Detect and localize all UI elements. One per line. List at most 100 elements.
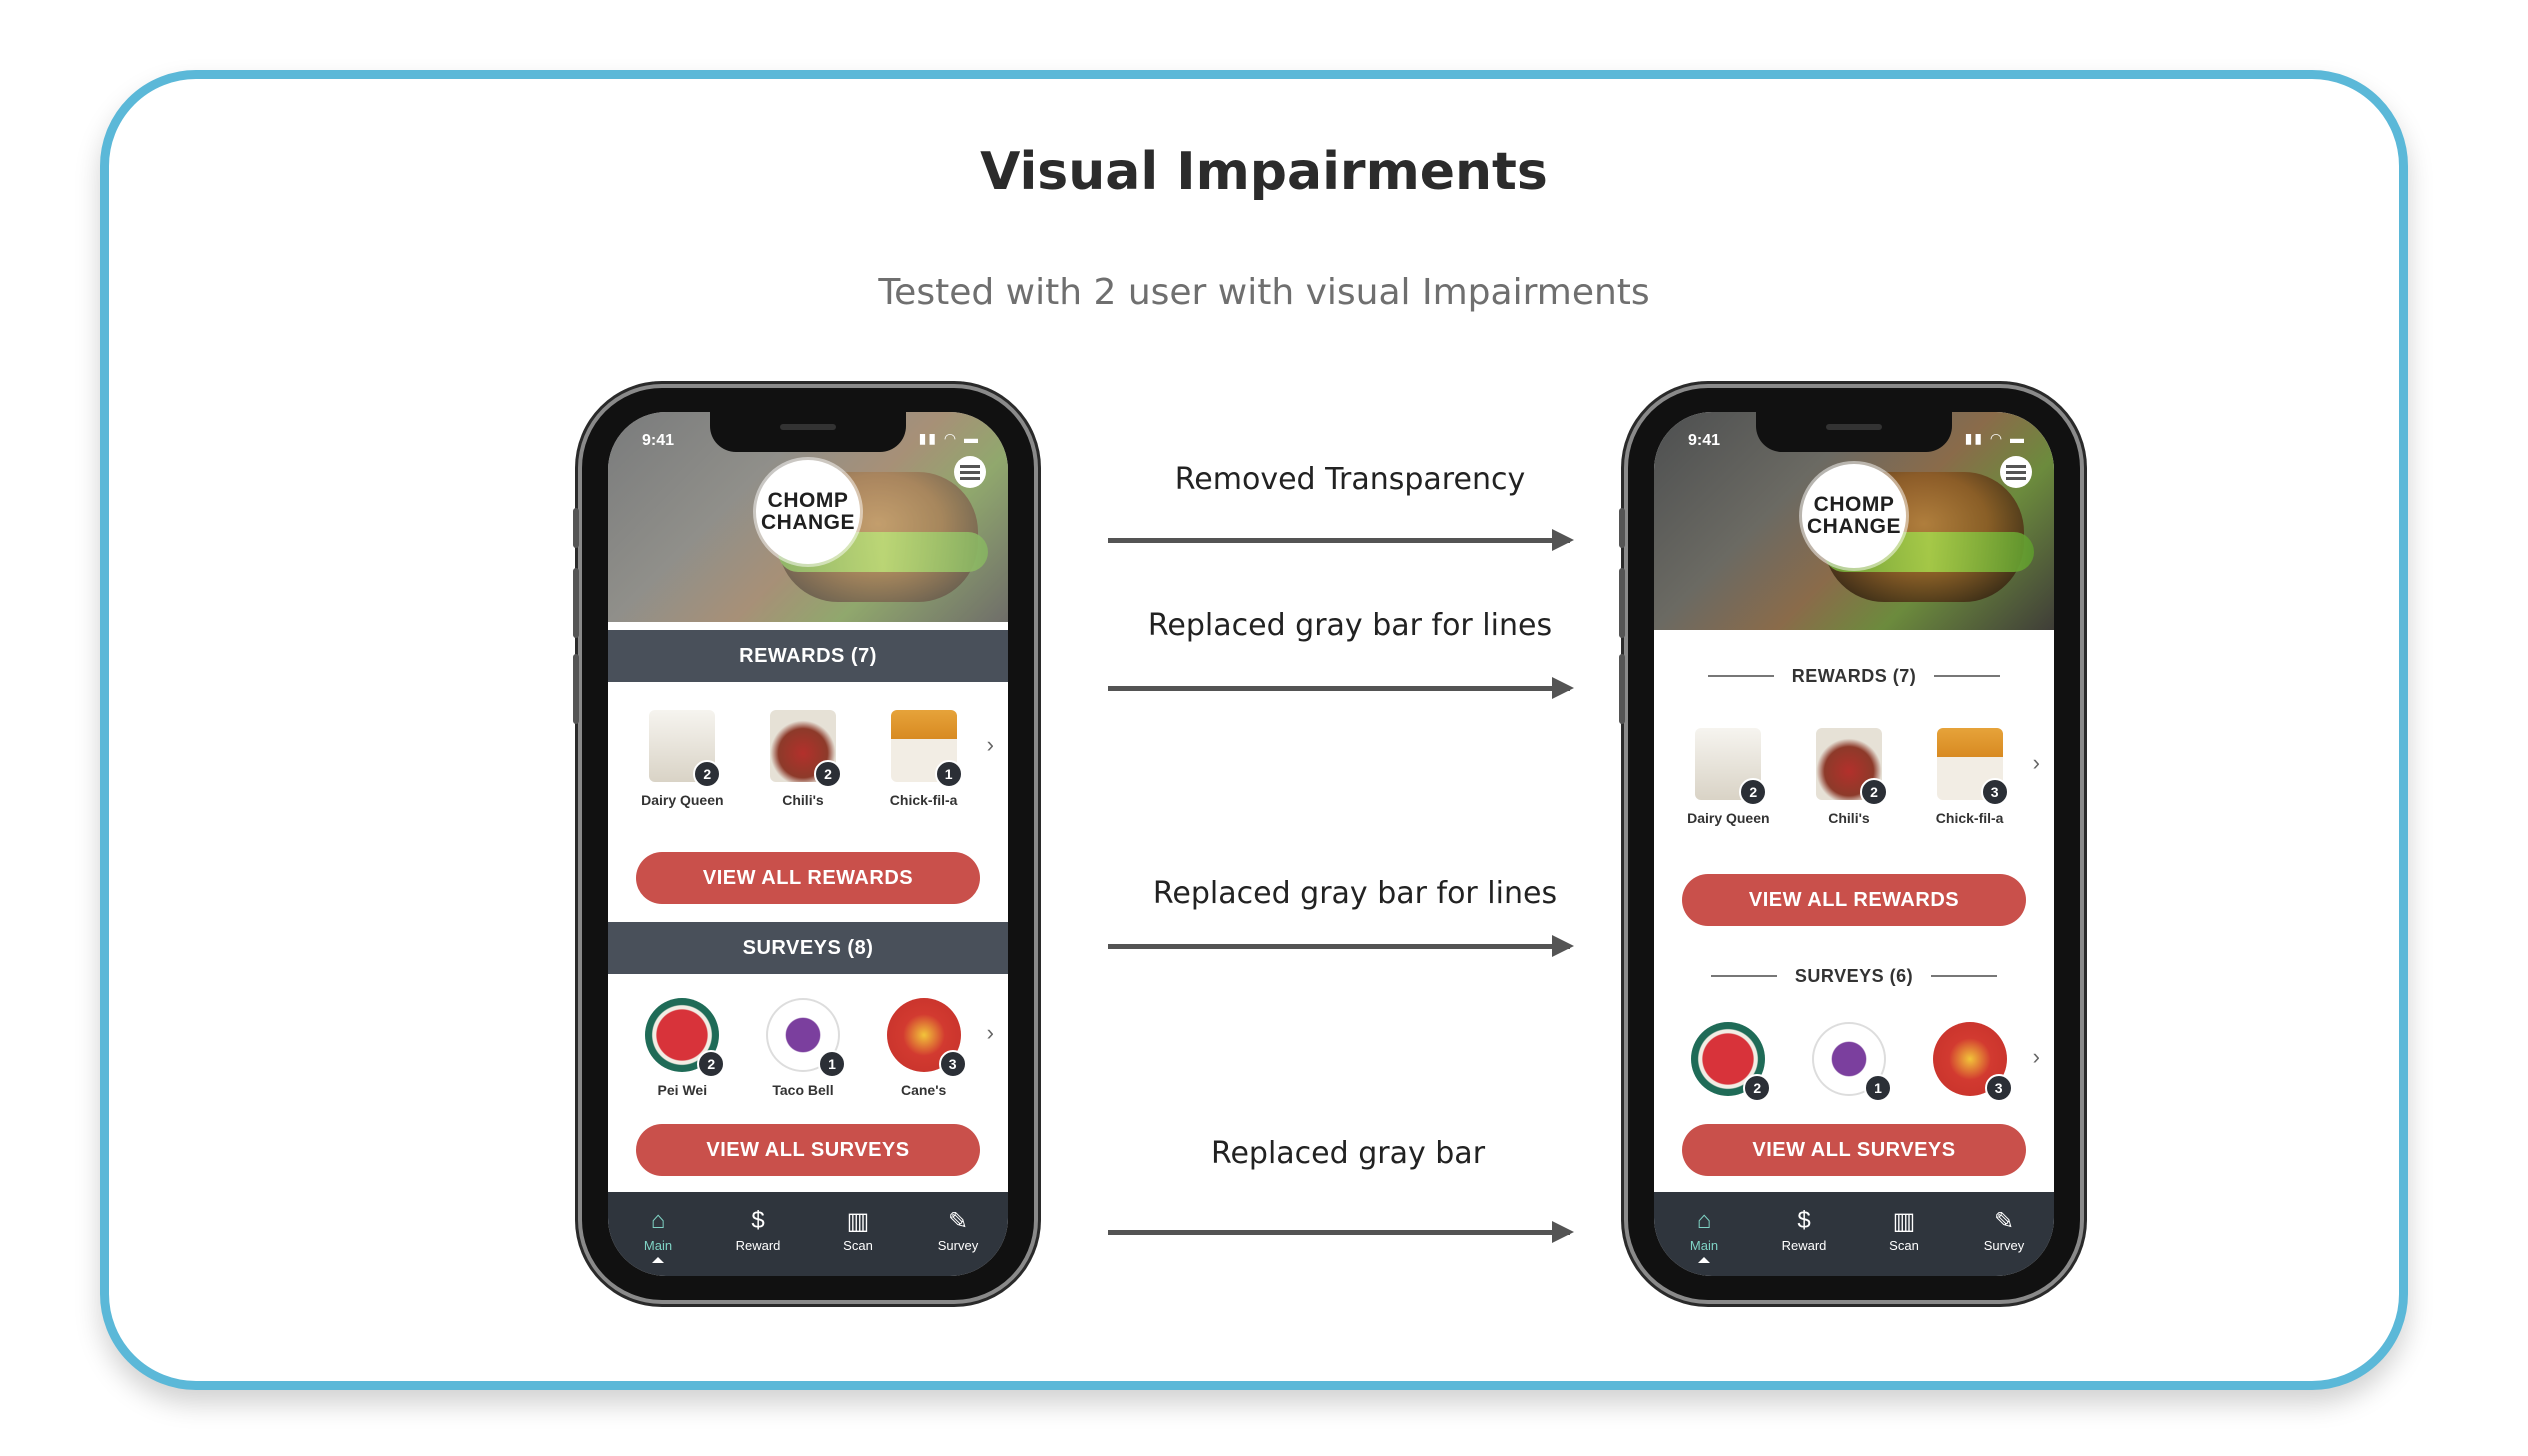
view-all-surveys-button[interactable]: VIEW ALL SURVEYS xyxy=(636,1124,980,1176)
phone-side-button xyxy=(573,508,579,548)
chevron-right-icon[interactable]: › xyxy=(987,1020,994,1046)
tab-reward[interactable]: $ Reward xyxy=(718,1206,798,1253)
annotation-label: Replaced gray bar for lines xyxy=(1147,608,1553,643)
reward-item[interactable]: 2 Dairy Queen xyxy=(1673,728,1783,826)
chevron-right-icon[interactable]: › xyxy=(2033,750,2040,776)
phone-screen: 9:41 ▮▮ ◠ ▬ CHOMP CHANGE REWARDS (7) 2 D… xyxy=(1654,412,2054,1276)
surveys-header-line: SURVEYS (6) xyxy=(1654,950,2054,1002)
tab-label: Survey xyxy=(937,1238,979,1253)
reward-name: Chili's xyxy=(782,792,824,808)
phone-before: 9:41 ▮▮ ◠ ▬ CHOMP CHANGE REWARDS (7) 2 D… xyxy=(573,388,1034,1300)
reward-count: 2 xyxy=(693,760,722,788)
chevron-right-icon[interactable]: › xyxy=(2033,1044,2040,1070)
arrow-right xyxy=(1108,935,1574,957)
logo-text: CHANGE xyxy=(760,511,855,534)
tab-main[interactable]: ⌂ Main xyxy=(1664,1206,1744,1263)
pei-wei-logo-icon: 2 xyxy=(1691,1022,1772,1102)
view-all-rewards-button[interactable]: VIEW ALL REWARDS xyxy=(1682,874,2026,926)
reward-item[interactable]: 2 Chili's xyxy=(748,710,858,808)
rewards-list: 2 Dairy Queen 2 Chili's 1 Chick-fil-a xyxy=(608,710,1008,808)
tab-label: Main xyxy=(1689,1238,1719,1253)
status-icons: ▮▮ ◠ ▬ xyxy=(1964,430,2026,446)
reward-count: 1 xyxy=(934,760,963,788)
barcode-icon: ▥ xyxy=(1892,1207,1916,1235)
chevron-right-icon[interactable]: › xyxy=(987,732,994,758)
menu-icon[interactable] xyxy=(2000,456,2032,488)
reward-item[interactable]: 2 Dairy Queen xyxy=(627,710,737,808)
tab-survey[interactable]: ✎ Survey xyxy=(918,1206,998,1254)
rewards-list: 2 Dairy Queen 2 Chili's 3 Chick-fil-a xyxy=(1654,728,2054,826)
view-all-rewards-button[interactable]: VIEW ALL REWARDS xyxy=(636,852,980,904)
phone-screen: 9:41 ▮▮ ◠ ▬ CHOMP CHANGE REWARDS (7) 2 D… xyxy=(608,412,1008,1276)
reward-item[interactable]: 1 Chick-fil-a xyxy=(869,710,979,808)
phone-side-button xyxy=(1619,508,1625,548)
annotation-label: Replaced gray bar xyxy=(1210,1136,1486,1171)
canes-logo-icon: 3 xyxy=(886,998,967,1078)
survey-count: 1 xyxy=(817,1050,846,1078)
dollar-icon: $ xyxy=(751,1207,765,1234)
surveys-list: 2 Pei Wei 1 Taco Bell 3 Cane's xyxy=(608,998,1008,1098)
reward-name: Chick-fil-a xyxy=(1935,810,2004,826)
surveys-header-bar: SURVEYS (8) xyxy=(608,922,1008,974)
page-subtitle: Tested with 2 user with visual Impairmen… xyxy=(878,272,1650,313)
reward-name: Chick-fil-a xyxy=(889,792,958,808)
reward-name: Chili's xyxy=(1828,810,1870,826)
status-icons: ▮▮ ◠ ▬ xyxy=(918,430,980,446)
survey-icon: ✎ xyxy=(1993,1207,2015,1235)
pei-wei-logo-icon: 2 xyxy=(645,998,726,1078)
tab-scan[interactable]: ▥ Scan xyxy=(1864,1206,1944,1254)
chomp-change-logo[interactable]: CHOMP CHANGE xyxy=(756,460,860,564)
salsa-bowl-icon: 2 xyxy=(769,710,842,788)
survey-count: 2 xyxy=(1743,1074,1772,1102)
reward-name: Dairy Queen xyxy=(641,792,724,808)
survey-name: Pei Wei xyxy=(657,1082,708,1098)
survey-item[interactable]: 3 Cane's xyxy=(869,998,979,1098)
survey-count: 3 xyxy=(1984,1074,2013,1102)
tab-bar: ⌂ Main $ Reward ▥ Scan ✎ Survey xyxy=(608,1192,1008,1276)
tab-label: Survey xyxy=(1983,1238,2025,1253)
reward-count: 2 xyxy=(1739,778,1768,806)
tab-label: Scan xyxy=(843,1238,873,1253)
tab-scan[interactable]: ▥ Scan xyxy=(818,1206,898,1254)
survey-item[interactable]: 2 Pei Wei xyxy=(627,998,737,1098)
survey-name: Taco Bell xyxy=(772,1082,834,1098)
active-tab-indicator xyxy=(652,1257,664,1263)
survey-item[interactable]: 3 xyxy=(1915,1022,2025,1102)
page-title: Visual Impairments xyxy=(980,142,1548,202)
barcode-icon: ▥ xyxy=(846,1207,870,1235)
survey-item[interactable]: 1 Taco Bell xyxy=(748,998,858,1098)
chomp-change-logo[interactable]: CHOMP CHANGE xyxy=(1802,464,1906,568)
arrow-right xyxy=(1108,677,1574,699)
canes-logo-icon: 3 xyxy=(1932,1022,2013,1102)
view-all-surveys-button[interactable]: VIEW ALL SURVEYS xyxy=(1682,1124,2026,1176)
tab-bar: ⌂ Main $ Reward ▥ Scan ✎ Survey xyxy=(1654,1192,2054,1276)
phone-notch xyxy=(710,412,906,452)
logo-text: CHANGE xyxy=(1806,515,1901,538)
annotation-label: Removed Transparency xyxy=(1174,462,1526,497)
phone-notch xyxy=(1756,412,1952,452)
reward-count: 3 xyxy=(1980,778,2009,806)
reward-item[interactable]: 3 Chick-fil-a xyxy=(1915,728,2025,826)
tab-label: Scan xyxy=(1889,1238,1919,1253)
survey-icon: ✎ xyxy=(947,1207,969,1235)
tab-label: Reward xyxy=(735,1238,781,1253)
salsa-bowl-icon: 2 xyxy=(1815,728,1888,806)
phone-side-button xyxy=(1619,568,1625,638)
phone-side-button xyxy=(573,654,579,724)
tab-main[interactable]: ⌂ Main xyxy=(618,1206,698,1263)
rewards-header-bar: REWARDS (7) xyxy=(608,630,1008,682)
tab-survey[interactable]: ✎ Survey xyxy=(1964,1206,2044,1254)
tab-reward[interactable]: $ Reward xyxy=(1764,1206,1844,1253)
rewards-header-line: REWARDS (7) xyxy=(1654,650,2054,702)
logo-text: CHOMP xyxy=(767,489,849,512)
survey-item[interactable]: 2 xyxy=(1673,1022,1783,1102)
fries-icon: 1 xyxy=(890,710,963,788)
survey-item[interactable]: 1 xyxy=(1794,1022,1904,1102)
reward-item[interactable]: 2 Chili's xyxy=(1794,728,1904,826)
milkshake-icon: 2 xyxy=(649,710,722,788)
taco-bell-logo-icon: 1 xyxy=(765,998,846,1078)
status-time: 9:41 xyxy=(1688,432,1721,449)
menu-icon[interactable] xyxy=(954,456,986,488)
arrow-right xyxy=(1108,1221,1574,1243)
surveys-list: 2 1 3 xyxy=(1654,1022,2054,1102)
